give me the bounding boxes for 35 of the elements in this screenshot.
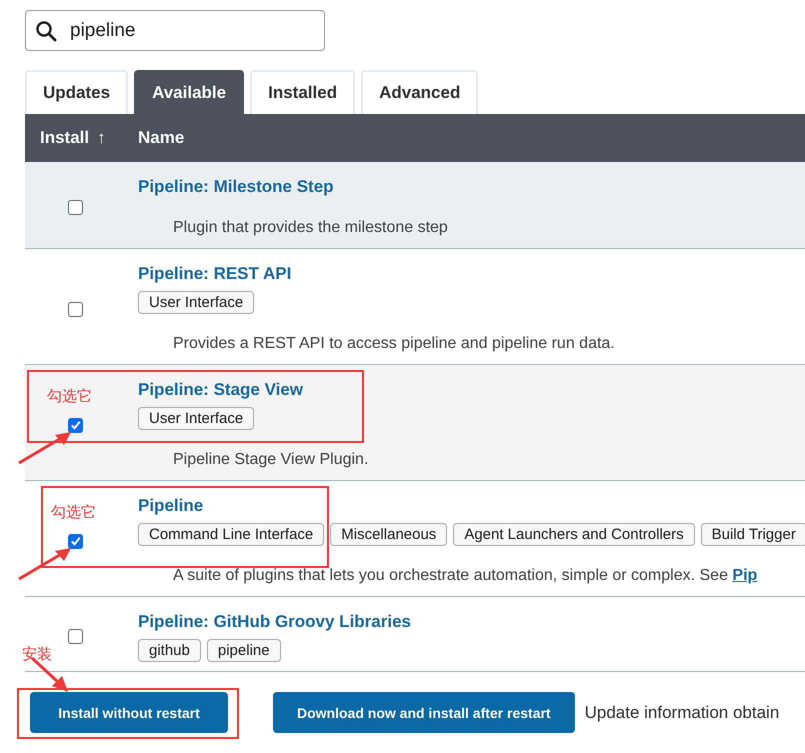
category-tag[interactable]: Build Trigger — [700, 523, 805, 546]
annotation-label: 勾选它 — [51, 503, 96, 522]
plugin-description: Pipeline Stage View Plugin. — [172, 450, 368, 470]
category-tag[interactable]: pipeline — [206, 639, 281, 662]
plugin-name-link[interactable]: Pipeline: Milestone Step — [138, 177, 334, 196]
annotation-arrow — [17, 431, 73, 465]
category-tag[interactable]: Agent Launchers and Controllers — [453, 523, 695, 546]
primary-button[interactable]: Download now and install after restart — [273, 692, 575, 733]
plugin-description: A suite of plugins that lets you orchestrate automation, simple or complex. See Pip — [172, 566, 758, 586]
category-tag[interactable]: Command Line Interface — [138, 523, 324, 546]
category-tag[interactable]: User Interface — [138, 407, 254, 430]
column-header[interactable]: Name — [138, 128, 184, 147]
annotation-arrow — [17, 547, 73, 581]
plugin-name-link[interactable]: Pipeline: REST API — [138, 264, 292, 283]
plugin-description: Provides a REST API to access pipeline and pipeline run data. — [172, 334, 615, 354]
update-info-text: Update information obtain — [584, 702, 780, 722]
checkbox[interactable] — [68, 629, 82, 644]
plugin-name-link[interactable]: Pipeline: GitHub Groovy Libraries — [138, 612, 411, 631]
primary-button[interactable]: Install without restart — [30, 692, 228, 733]
annotation-label: 勾选它 — [47, 387, 92, 406]
sort-indicator[interactable]: ↑ — [97, 128, 106, 148]
category-tag[interactable]: User Interface — [138, 291, 254, 314]
plugin-name-link[interactable]: Pipeline: Stage View — [138, 380, 304, 399]
checkbox[interactable] — [68, 534, 82, 548]
checkbox[interactable] — [68, 418, 82, 432]
category-tag[interactable]: github — [138, 639, 201, 662]
link[interactable]: Pip — [732, 567, 758, 584]
search-field[interactable]: pipeline — [25, 10, 325, 51]
plugin-name-link[interactable]: Pipeline — [138, 496, 204, 515]
checkbox[interactable] — [68, 200, 82, 215]
category-tag[interactable]: Miscellaneous — [330, 523, 448, 546]
column-header[interactable]: Install — [40, 128, 90, 148]
plugin-description: Plugin that provides the milestone step — [172, 218, 448, 238]
checkbox[interactable] — [68, 302, 82, 316]
tab[interactable]: Available — [134, 70, 244, 114]
